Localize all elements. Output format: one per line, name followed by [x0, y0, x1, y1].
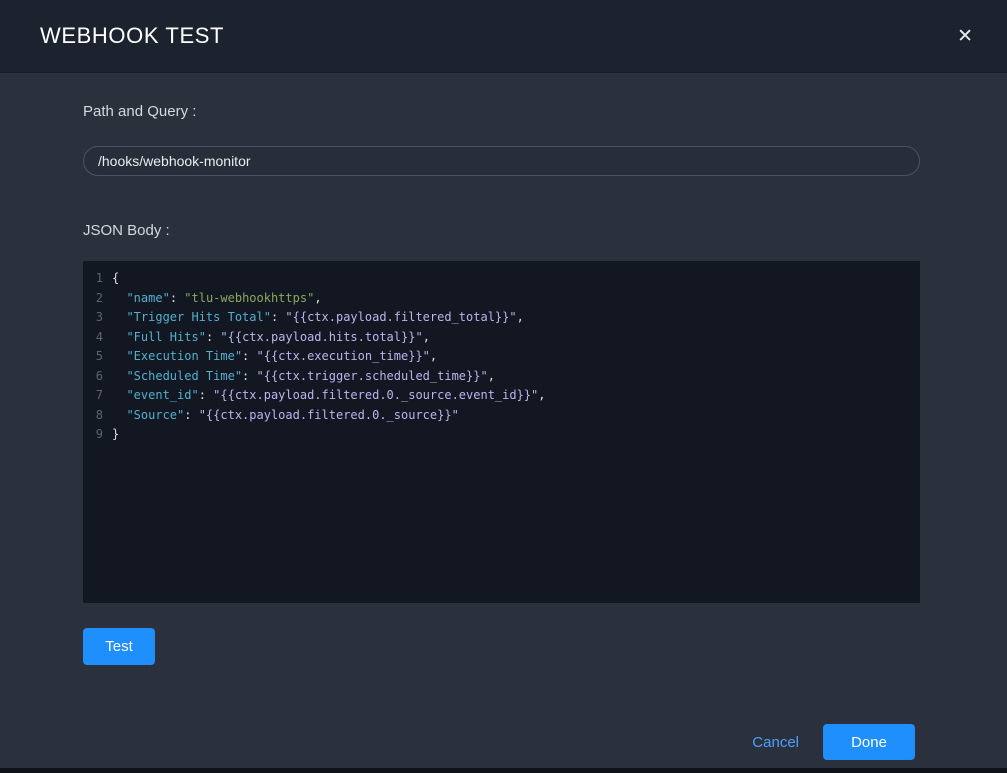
json-body-label: JSON Body :	[83, 222, 920, 239]
line-number: 5	[83, 347, 112, 367]
code-line: 1{	[83, 269, 920, 289]
dialog-footer: Cancel Done	[83, 718, 920, 768]
cancel-button[interactable]: Cancel	[752, 734, 799, 751]
path-query-label: Path and Query :	[83, 103, 920, 120]
line-number: 4	[83, 328, 112, 348]
code-text: "Full Hits": "{{ctx.payload.hits.total}}…	[112, 328, 430, 348]
line-number: 6	[83, 367, 112, 387]
code-line: 4 "Full Hits": "{{ctx.payload.hits.total…	[83, 328, 920, 348]
line-number: 8	[83, 406, 112, 426]
line-number: 7	[83, 386, 112, 406]
code-line: 5 "Execution Time": "{{ctx.execution_tim…	[83, 347, 920, 367]
test-button[interactable]: Test	[83, 628, 155, 665]
close-icon[interactable]: ✕	[953, 23, 977, 50]
line-number: 2	[83, 289, 112, 309]
code-line: 9}	[83, 425, 920, 445]
code-line: 2 "name": "tlu-webhookhttps",	[83, 289, 920, 309]
dialog-header: WEBHOOK TEST ✕	[0, 0, 1007, 73]
path-query-input[interactable]	[83, 146, 920, 176]
code-text: }	[112, 425, 119, 445]
line-number: 3	[83, 308, 112, 328]
done-button[interactable]: Done	[823, 724, 915, 760]
line-number: 9	[83, 425, 112, 445]
code-text: {	[112, 269, 119, 289]
code-line: 6 "Scheduled Time": "{{ctx.trigger.sched…	[83, 367, 920, 387]
code-line: 8 "Source": "{{ctx.payload.filtered.0._s…	[83, 406, 920, 426]
code-text: "Execution Time": "{{ctx.execution_time}…	[112, 347, 437, 367]
code-line: 7 "event_id": "{{ctx.payload.filtered.0.…	[83, 386, 920, 406]
code-text: "name": "tlu-webhookhttps",	[112, 289, 322, 309]
code-text: "event_id": "{{ctx.payload.filtered.0._s…	[112, 386, 546, 406]
dialog-title: WEBHOOK TEST	[40, 23, 224, 49]
code-text: "Trigger Hits Total": "{{ctx.payload.fil…	[112, 308, 524, 328]
webhook-test-dialog: WEBHOOK TEST ✕ Path and Query : JSON Bod…	[0, 0, 1007, 768]
dialog-body: Path and Query : JSON Body : 1{2 "name":…	[0, 73, 1007, 768]
code-line: 3 "Trigger Hits Total": "{{ctx.payload.f…	[83, 308, 920, 328]
line-number: 1	[83, 269, 112, 289]
json-body-editor[interactable]: 1{2 "name": "tlu-webhookhttps",3 "Trigge…	[83, 261, 920, 603]
code-text: "Source": "{{ctx.payload.filtered.0._sou…	[112, 406, 459, 426]
code-text: "Scheduled Time": "{{ctx.trigger.schedul…	[112, 367, 495, 387]
